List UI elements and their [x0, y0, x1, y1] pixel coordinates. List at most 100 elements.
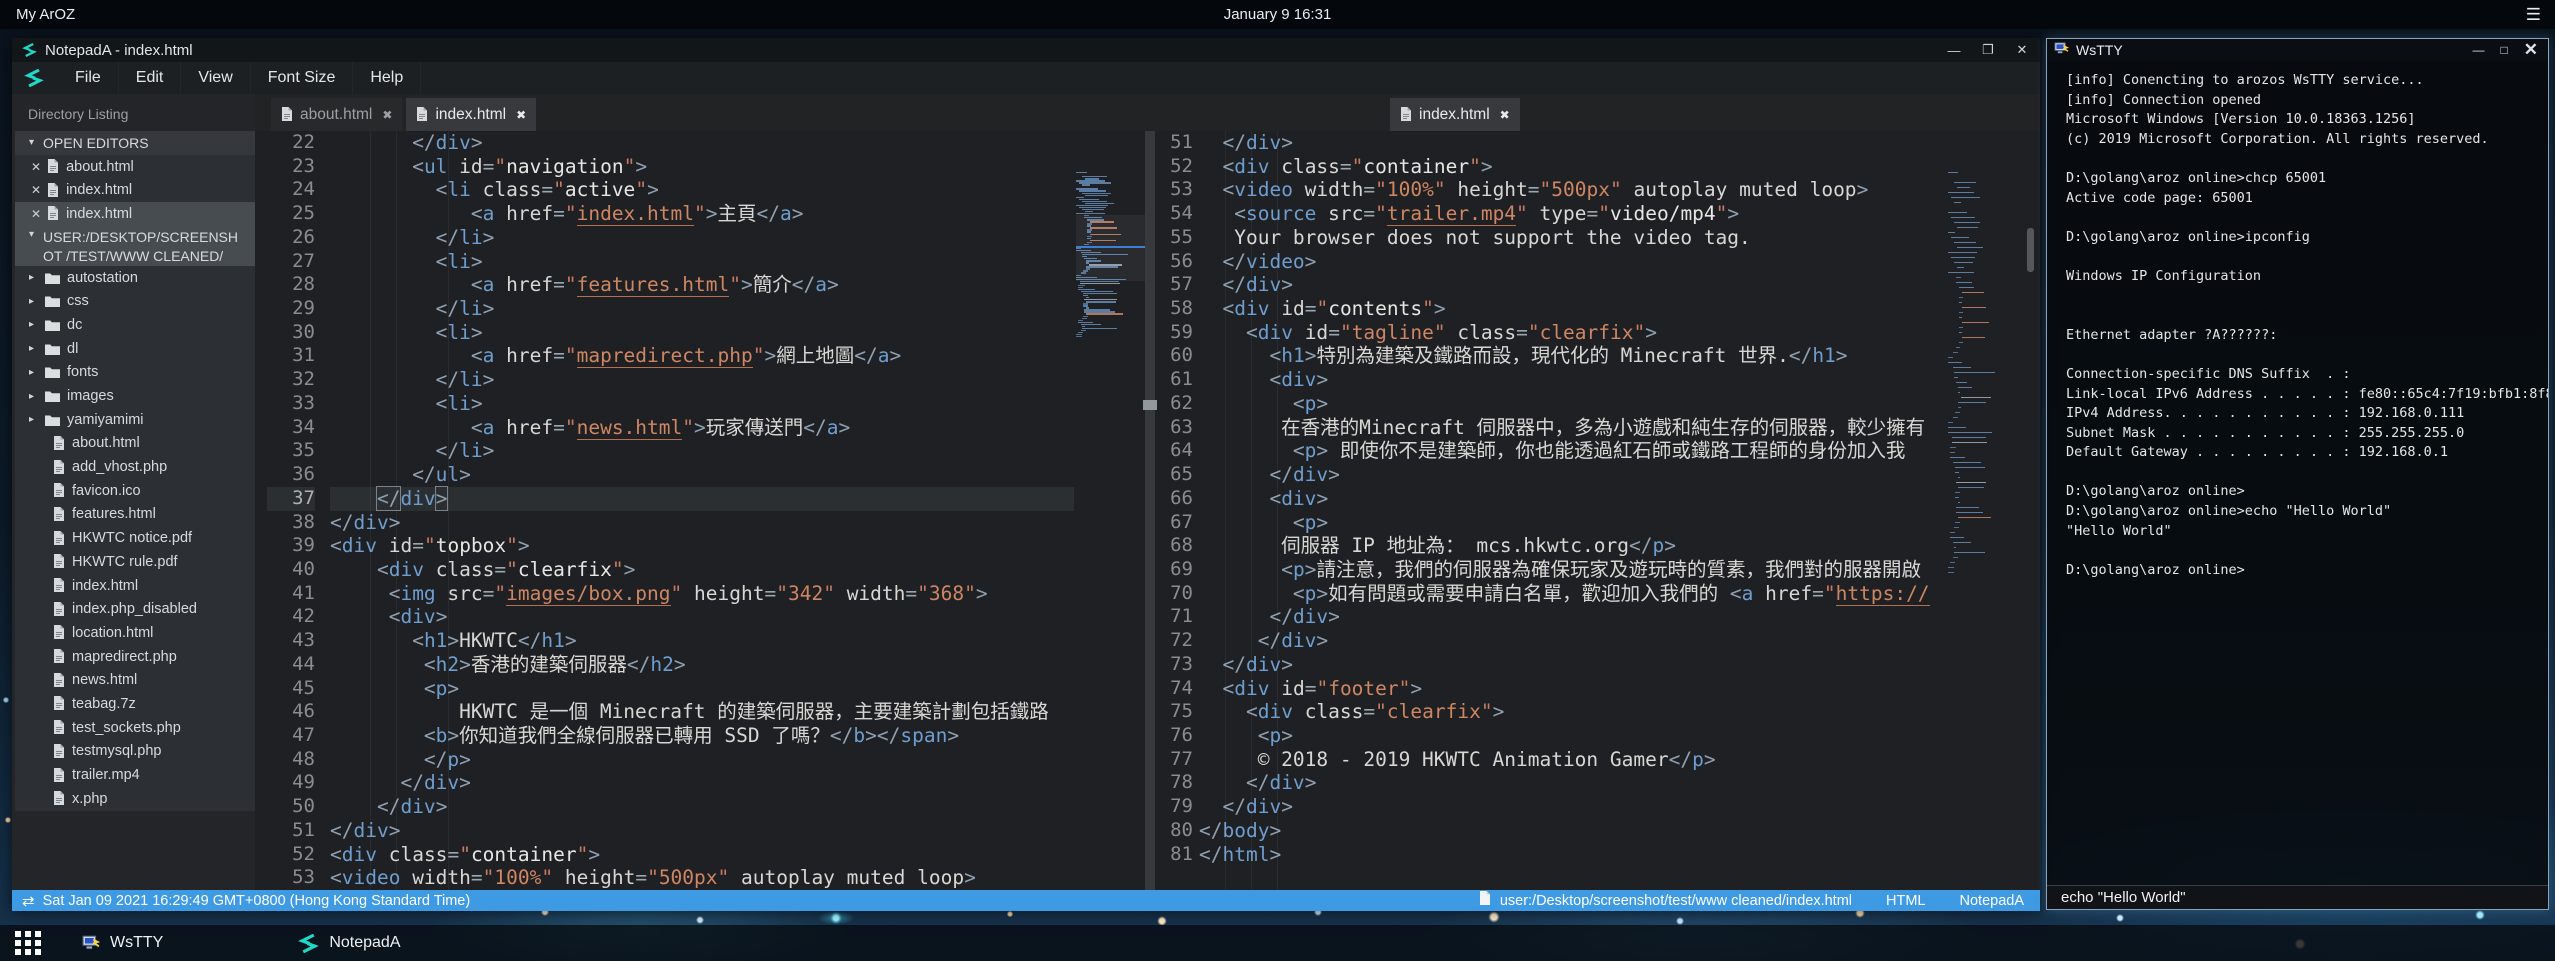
- taskbar-item-label: WsTTY: [110, 934, 163, 952]
- close-icon[interactable]: ✕: [31, 160, 41, 174]
- code-line-35: </li>: [330, 439, 1074, 463]
- menu-help[interactable]: Help: [353, 62, 421, 94]
- maximize-button[interactable]: □: [2501, 43, 2508, 57]
- tree-folder-dl[interactable]: ▸dl: [15, 337, 255, 361]
- tree-file-hkwtc-notice-pdf[interactable]: HKWTC notice.pdf: [15, 526, 255, 550]
- tree-folder-autostation[interactable]: ▸autostation: [15, 266, 255, 290]
- left-gutter: 2223242526272829303132333435363738394041…: [267, 131, 315, 890]
- minimap-line: [1954, 527, 1959, 528]
- tree-file-x-php[interactable]: x.php: [15, 787, 255, 811]
- tree-file-about-html[interactable]: about.html: [15, 432, 255, 456]
- terminal-line: Default Gateway . . . . . . . . . : 192.…: [2066, 443, 2548, 463]
- open-editor-index-html[interactable]: ✕index.html: [15, 202, 255, 226]
- terminal-line: D:\golang\aroz online>ipconfig: [2066, 228, 2548, 248]
- maximize-button[interactable]: ❐: [1980, 42, 1996, 58]
- minimap-line: [1956, 512, 1983, 513]
- tree-folder-yamiyamimi[interactable]: ▸yamiyamimi: [15, 408, 255, 432]
- editor-scrollbar-thumb[interactable]: [2027, 228, 2034, 272]
- close-icon[interactable]: ✖: [516, 108, 526, 122]
- line-number: 47: [267, 724, 315, 748]
- minimap-line: [1958, 502, 1960, 503]
- tree-folder-css[interactable]: ▸css: [15, 289, 255, 313]
- open-editor-index-html[interactable]: ✕index.html: [15, 178, 255, 202]
- left-code-pane[interactable]: </div> <ul id="navigation"> <li class="a…: [330, 131, 1074, 890]
- tree-file-teabag-7z[interactable]: teabag.7z: [15, 692, 255, 716]
- terminal-input[interactable]: echo "Hello World": [2047, 885, 2548, 909]
- minimap-line: [1962, 292, 1984, 293]
- line-number: 65: [1157, 463, 1193, 487]
- tree-file-add-vhost-php[interactable]: add_vhost.php: [15, 455, 255, 479]
- close-icon[interactable]: ✕: [31, 207, 41, 221]
- tab-index-html[interactable]: index.html✖: [406, 98, 536, 131]
- pane-divider-handle[interactable]: [1143, 400, 1157, 410]
- code-line-59: <div id="tagline" class="clearfix">: [1199, 321, 1944, 345]
- hamburger-menu-icon[interactable]: ☰: [2526, 5, 2541, 25]
- taskbar: WsTTY NotepadA: [0, 925, 2555, 961]
- tree-file-test-sockets-php[interactable]: test_sockets.php: [15, 716, 255, 740]
- directory-sidebar: Directory Listing ▾OPEN EDITORS✕about.ht…: [14, 94, 255, 890]
- wstty-title-bar[interactable]: WsTTY — □ ✕: [2047, 39, 2548, 61]
- close-icon[interactable]: ✕: [31, 183, 41, 197]
- tree-folder-dc[interactable]: ▸dc: [15, 313, 255, 337]
- code-line-57: </div>: [1199, 273, 1944, 297]
- tree-file-news-html[interactable]: news.html: [15, 668, 255, 692]
- menu-font-size[interactable]: Font Size: [251, 62, 354, 94]
- app-launcher-icon[interactable]: [15, 931, 42, 955]
- tab-about-html[interactable]: about.html✖: [271, 98, 402, 131]
- close-icon[interactable]: ✖: [1500, 108, 1510, 122]
- tree-file-testmysql-php[interactable]: testmysql.php: [15, 740, 255, 764]
- line-number: 37: [267, 487, 315, 511]
- menu-file[interactable]: File: [58, 62, 119, 94]
- tree-file-favicon-ico[interactable]: favicon.ico: [15, 479, 255, 503]
- status-file-path[interactable]: user:/Desktop/screenshot/test/www cleane…: [1500, 893, 1852, 909]
- tree-section-workspace[interactable]: ▾USER:/DESKTOP/SCREENSHOT /TEST/WWW CLEA…: [15, 226, 255, 266]
- line-number: 50: [267, 795, 315, 819]
- minimap-line: [1956, 347, 1960, 348]
- tree-file-index-html[interactable]: index.html: [15, 574, 255, 598]
- tree-file-index-php-disabled[interactable]: index.php_disabled: [15, 597, 255, 621]
- minimap-line: [1950, 532, 1955, 533]
- minimap-viewport[interactable]: [1076, 215, 1145, 281]
- editor-area[interactable]: 2223242526272829303132333435363738394041…: [255, 131, 2040, 890]
- code-line-71: </div>: [1199, 605, 1944, 629]
- minimize-button[interactable]: —: [1946, 43, 1962, 58]
- chevron-right-icon: ▸: [29, 272, 43, 283]
- minimap-line: [1948, 232, 1955, 233]
- chevron-down-icon: ▾: [29, 137, 43, 148]
- minimap-line: [1953, 542, 1971, 543]
- left-minimap[interactable]: [1076, 172, 1145, 890]
- taskbar-item-wstty[interactable]: WsTTY: [82, 925, 163, 961]
- tab-index-html[interactable]: index.html✖: [1390, 98, 1520, 131]
- taskbar-item-notepada[interactable]: NotepadA: [298, 925, 400, 961]
- menu-view[interactable]: View: [181, 62, 250, 94]
- close-button[interactable]: ✕: [2014, 42, 2030, 58]
- minimap-line: [1954, 377, 1958, 378]
- tree-file-trailer-mp4[interactable]: trailer.mp4: [15, 763, 255, 787]
- line-number: 27: [267, 250, 315, 274]
- status-language-mode[interactable]: HTML: [1886, 893, 1925, 909]
- right-minimap[interactable]: [1948, 172, 2010, 890]
- close-button[interactable]: ✕: [2524, 40, 2538, 60]
- indent-guide: [1225, 131, 1226, 890]
- tree-folder-images[interactable]: ▸images: [15, 384, 255, 408]
- chevron-right-icon: ▸: [29, 296, 43, 307]
- close-icon[interactable]: ✖: [382, 108, 392, 122]
- tree-file-features-html[interactable]: features.html: [15, 503, 255, 527]
- line-number: 57: [1157, 273, 1193, 297]
- notepada-title-bar[interactable]: NotepadA - index.html — ❐ ✕: [12, 38, 2040, 62]
- minimap-line: [1080, 283, 1120, 284]
- indent-guide: [396, 131, 397, 890]
- code-line-70: <p>如有問題或需要申請白名單，歡迎加入我們的 <a href="https:/…: [1199, 582, 1944, 606]
- tree-folder-fonts[interactable]: ▸fonts: [15, 361, 255, 385]
- tree-file-hkwtc-rule-pdf[interactable]: HKWTC rule.pdf: [15, 550, 255, 574]
- code-line-27: <li>: [330, 250, 1074, 274]
- pane-divider[interactable]: [1145, 131, 1155, 890]
- tree-file-mapredirect-php[interactable]: mapredirect.php: [15, 645, 255, 669]
- terminal-output[interactable]: [info] Conencting to arozos WsTTY servic…: [2047, 61, 2548, 895]
- menu-edit[interactable]: Edit: [119, 62, 182, 94]
- right-code-pane[interactable]: </div> <div class="container"> <video wi…: [1199, 131, 1944, 866]
- tree-section-open-editors[interactable]: ▾OPEN EDITORS: [15, 131, 255, 155]
- tree-file-location-html[interactable]: location.html: [15, 621, 255, 645]
- minimize-button[interactable]: —: [2473, 43, 2485, 57]
- open-editor-about-html[interactable]: ✕about.html: [15, 155, 255, 179]
